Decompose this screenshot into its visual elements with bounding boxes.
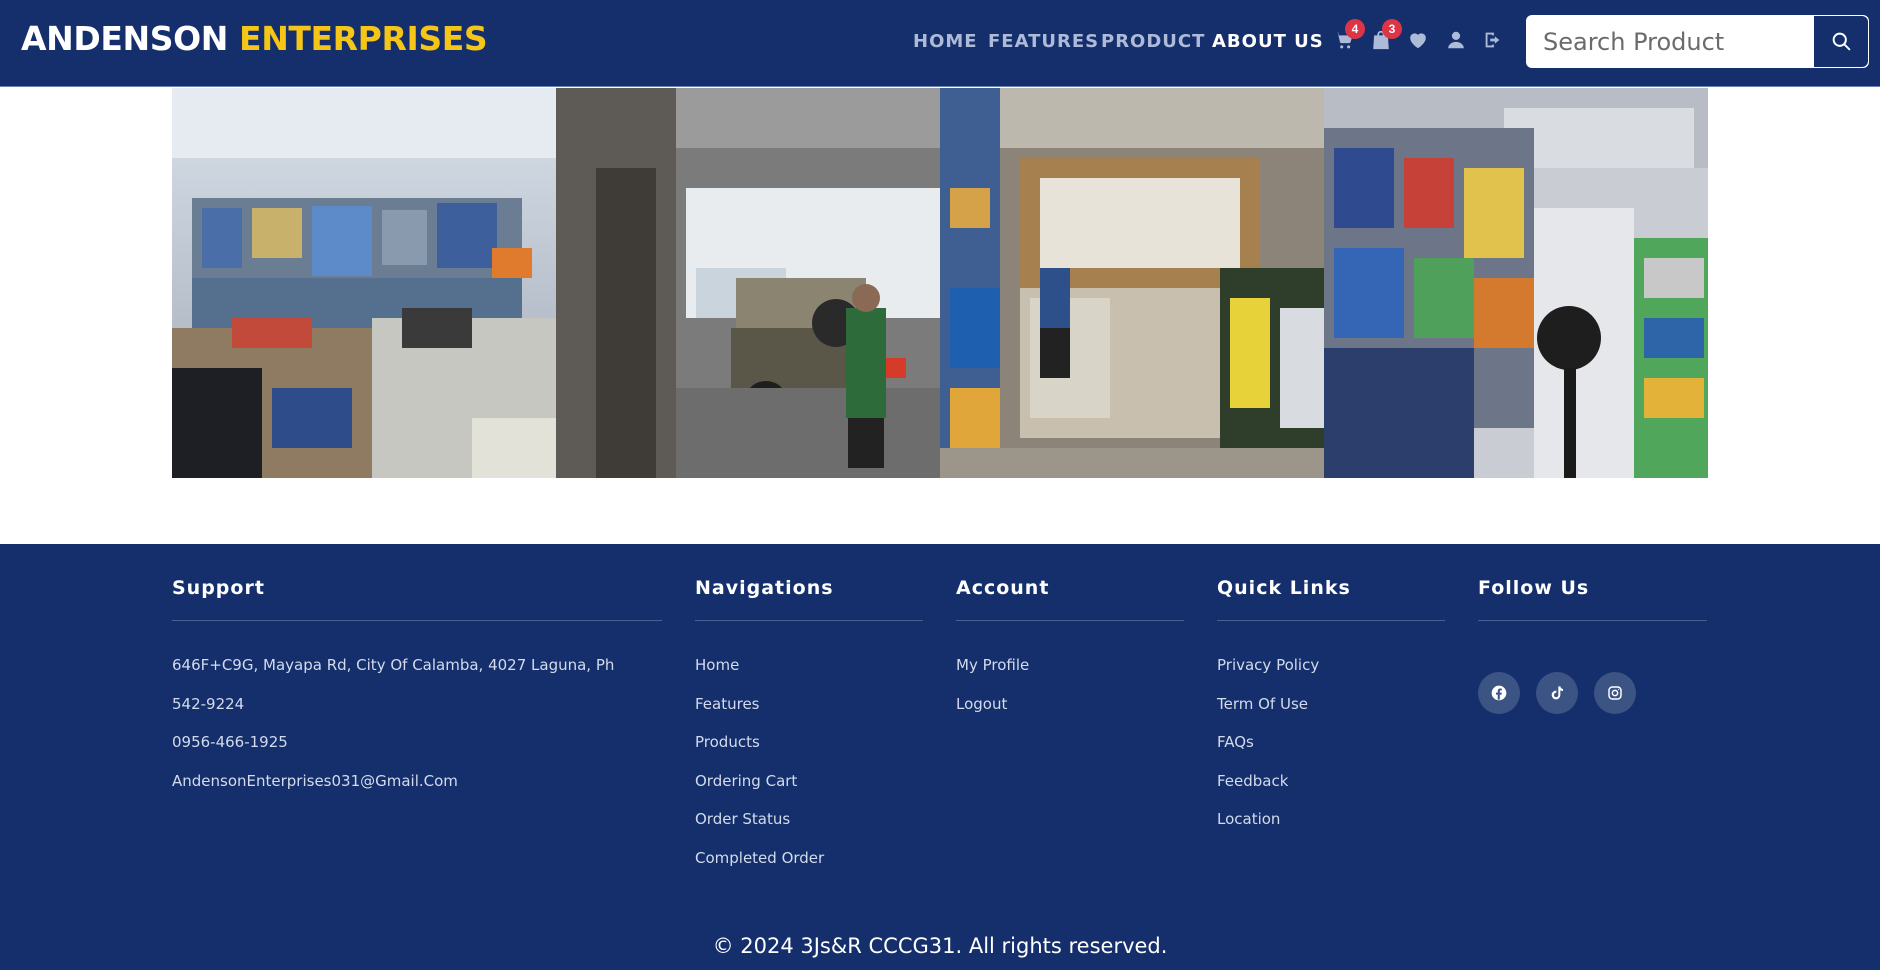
footer-link-order-status[interactable]: Order Status xyxy=(695,809,790,829)
top-navbar: ANDENSON ENTERPRISES HOME FEATURES PRODU… xyxy=(0,0,1880,87)
footer-quick-links-title: Quick Links xyxy=(1217,577,1351,599)
brand-name-part1: ANDENSON xyxy=(21,19,228,58)
brand-name-part2: ENTERPRISES xyxy=(239,19,488,58)
support-email: AndensonEnterprises031@Gmail.Com xyxy=(172,772,458,790)
tiktok-icon[interactable] xyxy=(1536,672,1578,714)
search-input[interactable] xyxy=(1526,15,1813,68)
hardware-counter-photo xyxy=(940,88,1324,478)
support-address: 646F+C9G, Mayapa Rd, City Of Calamba, 40… xyxy=(172,656,615,674)
user-icon[interactable] xyxy=(1445,27,1469,53)
footer-link-home[interactable]: Home xyxy=(695,655,739,675)
footer-divider xyxy=(1478,620,1707,621)
cart-icon[interactable]: 4 xyxy=(1333,19,1365,53)
heart-icon[interactable] xyxy=(1407,27,1431,53)
footer-divider xyxy=(695,620,923,621)
instagram-icon[interactable] xyxy=(1594,672,1636,714)
shopping-bag-icon[interactable]: 3 xyxy=(1370,19,1402,53)
footer-link-term-of-use[interactable]: Term Of Use xyxy=(1217,694,1308,714)
footer-account-column: Account My Profile Logout xyxy=(956,576,1184,713)
footer-support-column: Support 646F+C9G, Mayapa Rd, City Of Cal… xyxy=(172,576,662,790)
footer-divider xyxy=(172,620,662,621)
footer-link-completed-order[interactable]: Completed Order xyxy=(695,848,824,868)
search-button[interactable] xyxy=(1813,16,1868,67)
brand-logo[interactable]: ANDENSON ENTERPRISES xyxy=(21,19,488,58)
site-footer: Support 646F+C9G, Mayapa Rd, City Of Cal… xyxy=(0,544,1880,970)
cart-count-badge: 4 xyxy=(1345,19,1365,39)
nav-product[interactable]: PRODUCT xyxy=(1101,31,1205,53)
support-phone-landline: 542-9224 xyxy=(172,695,245,713)
footer-link-location[interactable]: Location xyxy=(1217,809,1280,829)
orders-count-badge: 3 xyxy=(1382,19,1402,39)
footer-follow-us-column: Follow Us xyxy=(1478,576,1707,714)
nav-home[interactable]: HOME xyxy=(913,31,978,53)
footer-quick-links-column: Quick Links Privacy Policy Term Of Use F… xyxy=(1217,576,1445,828)
footer-link-my-profile[interactable]: My Profile xyxy=(956,655,1029,675)
store-interior-photo xyxy=(172,88,556,478)
footer-link-faqs[interactable]: FAQs xyxy=(1217,732,1254,752)
logout-icon[interactable] xyxy=(1482,27,1506,53)
store-photo-gallery xyxy=(172,88,1708,478)
nav-about-us[interactable]: ABOUT US xyxy=(1212,31,1324,53)
copyright-text: © 2024 3Js&R CCCG31. All rights reserved… xyxy=(712,934,1168,958)
footer-support-title: Support xyxy=(172,577,265,599)
footer-link-privacy-policy[interactable]: Privacy Policy xyxy=(1217,655,1319,675)
footer-account-title: Account xyxy=(956,577,1050,599)
footer-navigations-column: Navigations Home Features Products Order… xyxy=(695,576,923,867)
footer-divider xyxy=(1217,620,1445,621)
nav-features[interactable]: FEATURES xyxy=(988,31,1099,53)
footer-link-products[interactable]: Products xyxy=(695,732,760,752)
footer-divider xyxy=(956,620,1184,621)
footer-link-features[interactable]: Features xyxy=(695,694,760,714)
search-icon xyxy=(1832,32,1851,51)
footer-navigations-title: Navigations xyxy=(695,577,834,599)
facebook-icon[interactable] xyxy=(1478,672,1520,714)
hardware-shelves-photo xyxy=(1324,88,1708,478)
footer-link-ordering-cart[interactable]: Ordering Cart xyxy=(695,771,797,791)
footer-follow-us-title: Follow Us xyxy=(1478,577,1590,599)
support-phone-mobile: 0956-466-1925 xyxy=(172,733,288,751)
search-box xyxy=(1526,15,1869,68)
footer-link-logout[interactable]: Logout xyxy=(956,694,1007,714)
store-entrance-photo xyxy=(556,88,940,478)
footer-link-feedback[interactable]: Feedback xyxy=(1217,771,1288,791)
